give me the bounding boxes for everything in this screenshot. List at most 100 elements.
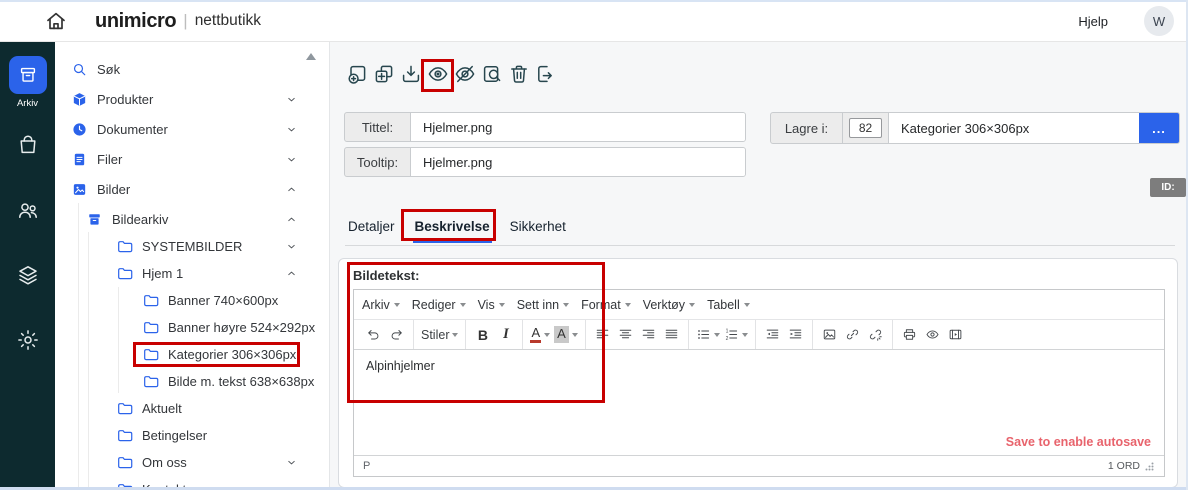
link-icon [845,327,860,342]
menu-verktøy[interactable]: Verktøy [637,290,701,319]
resize-grip-icon[interactable] [1144,461,1155,472]
redo-button[interactable] [385,323,408,347]
align-justify-button[interactable] [660,323,683,347]
chevron-down-icon[interactable] [286,154,297,165]
unlink-button[interactable] [864,323,887,347]
bold-button[interactable]: B [471,323,494,347]
hide-eye-button[interactable] [452,61,477,87]
tree-item-core: Filer [71,151,122,168]
tree-item-betingelser[interactable]: Betingelser [55,422,329,449]
tree-item-core: SYSTEMBILDER [116,238,242,255]
tree-item-hjem-1[interactable]: Hjem 1 [55,260,329,287]
redo-icon [389,327,404,342]
rich-text-editor: ArkivRedigerVisSett innFormatVerktøyTabe… [353,289,1165,477]
numbered-list-button[interactable]: 12 [722,323,750,347]
media-button[interactable] [944,323,967,347]
chevron-down-icon[interactable] [286,94,297,105]
align-left-button[interactable] [591,323,614,347]
rail-item-settings[interactable] [16,328,40,352]
tooltip-input[interactable] [411,148,745,176]
tree-item-systembilder[interactable]: SYSTEMBILDER [55,233,329,260]
chevron-down-icon[interactable] [286,457,297,468]
tree-item-produkter[interactable]: Produkter [55,86,329,113]
editor-content[interactable]: Alpinhjelmer Save to enable autosave [354,350,1164,455]
menu-format[interactable]: Format [575,290,637,319]
rail-item-shopping-bag[interactable] [16,133,40,157]
insert-image-button[interactable] [818,323,841,347]
tree-item-banner-740-600px[interactable]: Banner 740×600px [55,287,329,314]
tree-item-core: Betingelser [116,427,207,444]
italic-button[interactable]: I [494,323,517,347]
rail-item-users[interactable] [16,198,40,222]
menu-sett-inn[interactable]: Sett inn [511,290,575,319]
print-button[interactable] [898,323,921,347]
tree-item-bilde-m-tekst-638-638px[interactable]: Bilde m. tekst 638×638px [55,368,329,395]
chevron-down-icon[interactable] [286,241,297,252]
menu-rediger[interactable]: Rediger [406,290,472,319]
folder-icon [116,400,133,417]
element-path: P [363,460,370,472]
rail-item-layers[interactable] [16,263,40,287]
caret-down-icon [714,333,720,337]
tree-item-label: Produkter [97,92,153,107]
outdent-button[interactable] [761,323,784,347]
link-button[interactable] [841,323,864,347]
toolbar-group [357,320,414,349]
tree-item-aktuelt[interactable]: Aktuelt [55,395,329,422]
tree-item-core: Dokumenter [71,121,168,138]
menu-vis[interactable]: Vis [472,290,511,319]
preview-doc-button[interactable] [479,61,504,87]
home-icon[interactable] [44,9,68,33]
avatar[interactable]: W [1144,6,1174,36]
delete-button[interactable] [506,61,531,87]
add-image-button[interactable] [344,61,369,87]
tree-item-bilder[interactable]: Bilder [55,176,329,203]
title-field-group: Tittel: [344,112,746,142]
tab-detaljer[interactable]: Detaljer [346,213,397,243]
tree-item-om-oss[interactable]: Om oss [55,449,329,476]
chevron-up-icon[interactable] [286,214,297,225]
preview-icon [925,327,940,342]
rail-item-arkiv[interactable] [9,56,47,94]
download-button[interactable] [398,61,423,87]
tree-item-label: Banner 740×600px [168,293,278,308]
help-link[interactable]: Hjelp [1078,0,1108,42]
tree-item-søk[interactable]: Søk [55,56,329,83]
preview-button[interactable] [921,323,944,347]
duplicate-button[interactable] [371,61,396,87]
shopping-bag-icon [16,133,40,157]
tree-item-banner-høyre-524-292px[interactable]: Banner høyre 524×292px [55,314,329,341]
tab-beskrivelse[interactable]: Beskrivelse [413,213,492,243]
tree-item-filer[interactable]: Filer [55,146,329,173]
chevron-up-icon[interactable] [286,268,297,279]
window-edge-top [0,0,1188,2]
undo-button[interactable] [362,323,385,347]
menu-tabell[interactable]: Tabell [701,290,756,319]
save-in-input[interactable] [889,113,1139,143]
align-right-button[interactable] [637,323,660,347]
menu-arkiv[interactable]: Arkiv [356,290,406,319]
rail-item-arkiv-label: Arkiv [0,98,55,109]
chevron-down-icon[interactable] [286,124,297,135]
tree-item-core: Bilder [71,181,130,198]
bullet-list-button[interactable] [694,323,722,347]
move-out-button[interactable] [533,61,558,87]
caret-down-icon [563,303,569,307]
tree-item-bildearkiv[interactable]: Bildearkiv [55,206,329,233]
chevron-up-icon[interactable] [286,184,297,195]
backcolor-button[interactable]: A [552,323,580,347]
indent-button[interactable] [784,323,807,347]
forecolor-button[interactable]: A [528,323,552,347]
outdent-icon [765,327,780,342]
tree-item-kategorier-306-306px[interactable]: Kategorier 306×306px [55,341,329,368]
indent-icon [788,327,803,342]
tab-sikkerhet[interactable]: Sikkerhet [508,213,568,243]
title-input[interactable] [411,113,745,141]
tree-item-dokumenter[interactable]: Dokumenter [55,116,329,143]
styles-button[interactable]: Stiler [419,323,460,347]
align-center-button[interactable] [614,323,637,347]
browse-folder-button[interactable]: ... [1139,113,1179,143]
image-icon [71,181,88,198]
show-eye-button[interactable] [425,61,450,87]
autosave-notice: Save to enable autosave [1006,435,1151,449]
